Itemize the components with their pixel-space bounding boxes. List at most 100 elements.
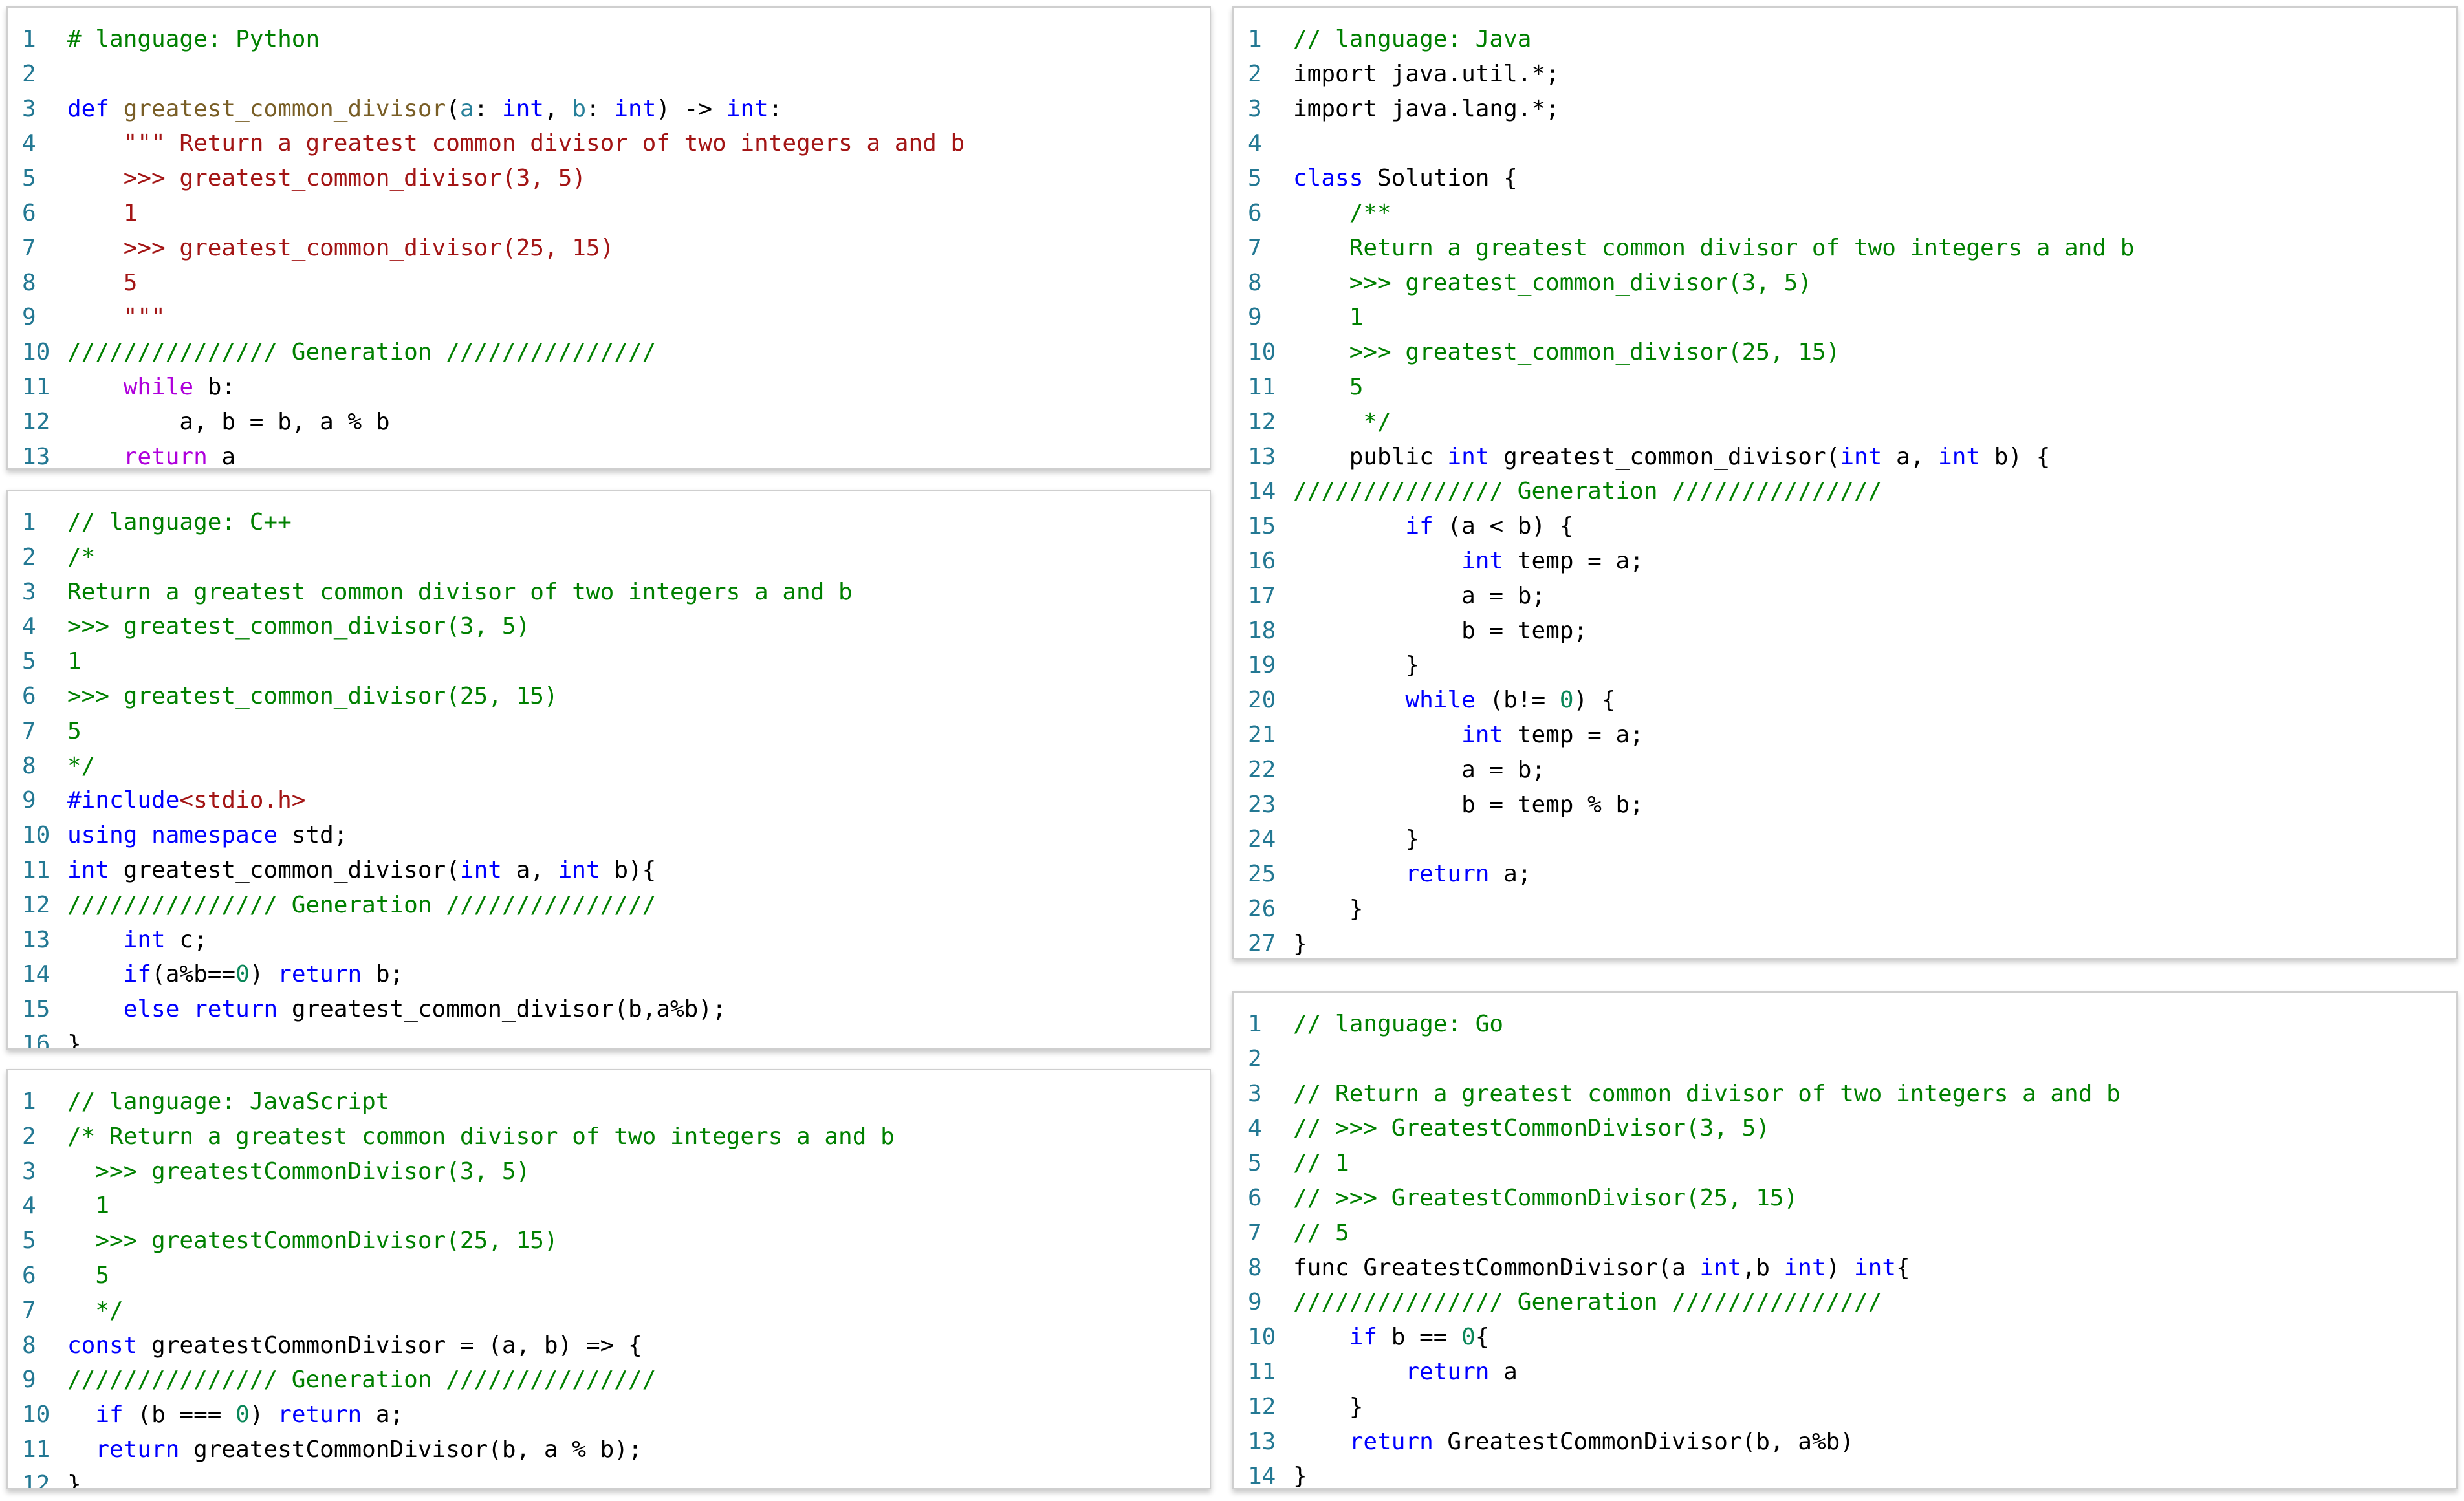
code-token: /** (1293, 199, 1391, 226)
code-token: if (1405, 513, 1434, 540)
code-line: 75 (22, 714, 853, 749)
code-line: 12 } (1248, 1390, 2121, 1425)
code-token: >>> greatest_common_divisor(25, 15) (67, 682, 558, 709)
code-token: ) (1826, 1254, 1854, 1281)
line-number: 21 (1248, 721, 1276, 748)
code-token: // 1 (1293, 1150, 1349, 1177)
code-token: >>> greatestCommonDivisor(3, 5) (67, 1158, 530, 1185)
code-token: a = b; (1293, 582, 1546, 609)
code-block: 1 // language: Java 2 import java.util.*; 3 i… (1248, 22, 2134, 958)
line-number: 11 (22, 1436, 50, 1463)
code-token: ,b (1741, 1254, 1784, 1281)
code-token: // language: Java (1293, 26, 1532, 52)
code-line: 2 /* Return a greatest common divisor of … (22, 1119, 895, 1154)
line-number: 10 (22, 1401, 50, 1429)
code-line: 6 // >>> GreatestCommonDivisor(25, 15) (1248, 1181, 2121, 1216)
code-token: b) { (1980, 443, 2051, 470)
code-token: int (1461, 721, 1504, 748)
code-token: # language: Python (67, 26, 320, 52)
code-line: 1 // language: C++ (22, 505, 853, 540)
code-token: 0 (235, 1401, 250, 1429)
code-token: namespace (151, 822, 278, 849)
code-token: ( (446, 95, 460, 122)
code-token: b = temp % b; (1293, 791, 1644, 818)
code-token: int (558, 856, 600, 883)
code-token: : (586, 95, 615, 122)
line-number: 16 (1248, 547, 1276, 574)
line-number: 1 (22, 1088, 36, 1115)
line-number: 8 (22, 1332, 36, 1359)
code-line: 3 >>> greatestCommonDivisor(3, 5) (22, 1154, 895, 1189)
code-line: 3 def greatest_common_divisor(a: int, b: … (22, 92, 965, 127)
code-panel-java: 1 // language: Java 2 import java.util.*; 3 i… (1232, 6, 2458, 959)
code-line: 9 /////////////// Generation ////////////… (22, 1363, 895, 1398)
code-token: /////////////// Generation /////////////… (67, 339, 657, 366)
line-number: 2 (22, 543, 36, 570)
code-line: 12} (22, 1467, 895, 1488)
line-number: 13 (22, 926, 50, 953)
line-number: 7 (1248, 1219, 1262, 1246)
code-panel-go: 1 // language: Go 2 3 // Return a greatest c… (1232, 991, 2458, 1489)
code-token: } (1293, 1393, 1364, 1420)
line-number: 10 (22, 822, 50, 849)
code-token: } (1293, 652, 1420, 679)
code-token: */ (67, 1297, 124, 1324)
code-token: int (1854, 1254, 1897, 1281)
code-token: >>> greatest_common_divisor(3, 5) (1293, 269, 1812, 296)
code-block: 1 // language: C++ 2 /* 3 Return a greatest c… (22, 505, 853, 1050)
code-token: : (474, 95, 502, 122)
code-line: 5 >>> greatestCommonDivisor(25, 15) (22, 1224, 895, 1258)
code-token: a; (362, 1401, 404, 1429)
code-token: ) -> (656, 95, 726, 122)
code-token: greatestCommonDivisor(b, a % b); (179, 1436, 642, 1463)
code-token: b (572, 95, 587, 122)
line-number: 2 (22, 1123, 36, 1150)
code-token: import java.lang.*; (1293, 95, 1560, 122)
code-token: if (1349, 1324, 1378, 1351)
code-token: return (123, 443, 208, 470)
code-token: a; (1489, 861, 1532, 888)
line-number: 7 (1248, 234, 1262, 261)
code-token: temp = a; (1503, 547, 1644, 574)
line-number: 11 (22, 856, 50, 883)
code-token: /* Return a greatest common divisor of t… (67, 1123, 895, 1150)
line-number: 16 (22, 1030, 50, 1050)
line-number: 20 (1248, 687, 1276, 714)
code-token: >>> greatestCommonDivisor(25, 15) (67, 1227, 558, 1255)
code-line: 14 if(a%b==0) return b; (22, 957, 853, 992)
code-token: (a < b) { (1433, 513, 1574, 540)
line-number: 12 (1248, 408, 1276, 435)
line-number: 5 (1248, 165, 1262, 192)
line-number: 3 (1248, 1080, 1262, 1107)
code-line: 10 if b == 0{ (1248, 1320, 2121, 1355)
code-line: 13 public int greatest_common_divisor(in… (1248, 440, 2134, 475)
line-number: 5 (22, 1227, 36, 1255)
code-token: func GreatestCommonDivisor(a (1293, 1254, 1700, 1281)
code-line: 6 /** (1248, 196, 2134, 231)
code-panel-python: 1 # language: Python 2 3 def greatest_common… (6, 6, 1211, 470)
code-token: int (67, 856, 110, 883)
line-number: 19 (1248, 652, 1276, 679)
code-line: 16} (22, 1027, 853, 1050)
code-token: greatest_common_divisor (123, 95, 446, 122)
line-number: 5 (22, 648, 36, 675)
line-number: 9 (22, 1366, 36, 1394)
line-number: 11 (22, 373, 50, 400)
code-line: 4 // >>> GreatestCommonDivisor(3, 5) (1248, 1111, 2121, 1146)
code-line: 10 >>> greatest_common_divisor(25, 15) (1248, 335, 2134, 370)
line-number: 6 (1248, 199, 1262, 226)
code-line: 12 a, b = b, a % b (22, 405, 965, 440)
code-token: 1 (67, 648, 82, 675)
code-token: while (1405, 687, 1476, 714)
line-number: 9 (1248, 1289, 1262, 1316)
code-token: int (501, 95, 544, 122)
